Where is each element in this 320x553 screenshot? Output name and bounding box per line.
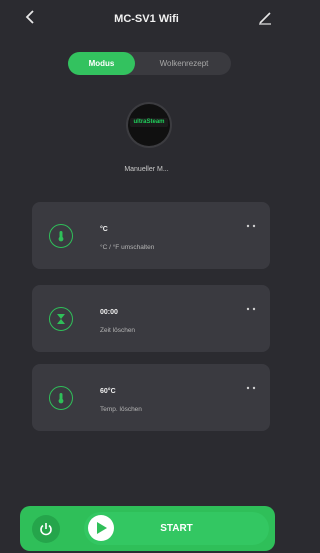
setting-card-temp[interactable]: 60°C Temp. löschen xyxy=(32,364,270,431)
hourglass-icon xyxy=(49,307,73,331)
setting-subtitle: °C / °F umschalten xyxy=(100,244,155,251)
bottom-bar: START xyxy=(20,506,275,551)
setting-subtitle: Zeit löschen xyxy=(100,327,136,334)
start-label: START xyxy=(160,523,193,534)
setting-title: °C xyxy=(100,226,108,233)
thermometer-icon xyxy=(49,224,73,248)
more-icon[interactable] xyxy=(246,224,256,228)
setting-title: 60°C xyxy=(100,388,116,395)
setting-card-unit[interactable]: °C °C / °F umschalten xyxy=(32,202,270,269)
edit-icon[interactable] xyxy=(257,10,273,26)
power-button[interactable] xyxy=(32,515,60,543)
setting-card-time[interactable]: 00:00 Zeit löschen xyxy=(32,285,270,352)
more-icon[interactable] xyxy=(246,386,256,390)
device-brand-text: ultraSteam xyxy=(133,119,165,125)
thermometer-icon xyxy=(49,386,73,410)
setting-title: 00:00 xyxy=(100,309,118,316)
page-title: MC-SV1 Wifi xyxy=(114,13,179,25)
device-logo: ultraSteam xyxy=(130,118,168,127)
top-bar: MC-SV1 Wifi xyxy=(0,0,293,34)
tab-wolkenrezept[interactable]: Wolkenrezept xyxy=(139,52,229,75)
start-button[interactable]: START xyxy=(84,512,269,545)
mode-tabs: Modus Wolkenrezept xyxy=(68,52,231,75)
setting-subtitle: Temp. löschen xyxy=(100,406,142,413)
more-icon[interactable] xyxy=(246,307,256,311)
tab-modus[interactable]: Modus xyxy=(68,52,135,75)
power-icon xyxy=(40,523,52,536)
device-image[interactable]: ultraSteam xyxy=(128,104,170,146)
device-name: Manueller M... xyxy=(124,166,169,173)
